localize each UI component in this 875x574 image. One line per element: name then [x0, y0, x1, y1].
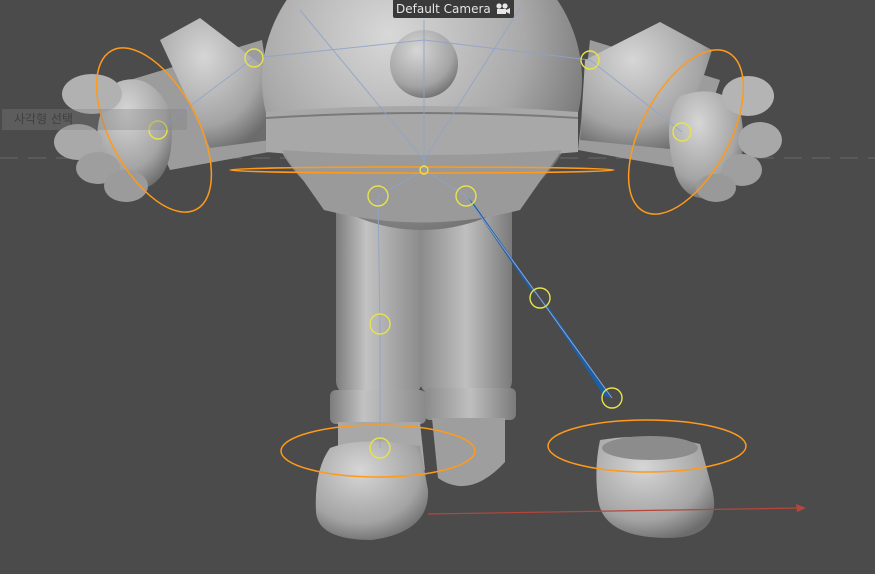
left-leg[interactable] [330, 190, 426, 470]
camera-label[interactable]: Default Camera [393, 0, 514, 18]
left-foot[interactable] [315, 441, 429, 540]
scene-canvas[interactable] [0, 0, 875, 574]
torso[interactable] [262, 0, 582, 230]
right-foot[interactable] [596, 436, 715, 538]
rectangle-select-label: 사각형 선택 [2, 109, 187, 130]
3d-viewport[interactable]: 사각형 선택 Default Camera [0, 0, 875, 574]
x-axis-arrow [796, 504, 806, 512]
right-leg[interactable] [420, 200, 516, 487]
right-arm[interactable] [578, 22, 782, 202]
camera-name: Default Camera [396, 1, 491, 16]
camera-icon[interactable] [495, 3, 511, 15]
